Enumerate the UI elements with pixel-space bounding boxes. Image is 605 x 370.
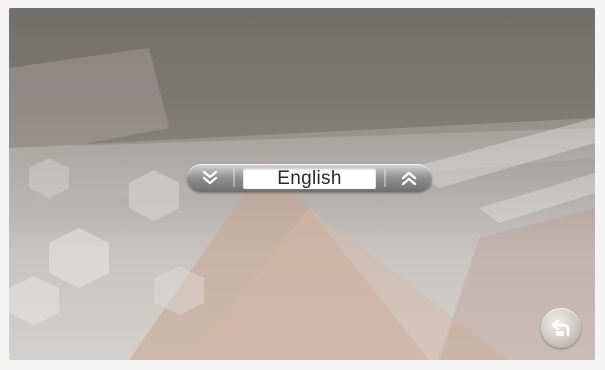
next-language-button[interactable] bbox=[392, 167, 426, 189]
double-chevron-up-icon bbox=[401, 171, 417, 186]
screen: English bbox=[9, 8, 595, 360]
separator bbox=[384, 169, 386, 187]
previous-language-button[interactable] bbox=[193, 167, 227, 189]
return-arrow-icon bbox=[551, 319, 570, 337]
selected-language-label: English bbox=[277, 167, 342, 189]
language-value-box: English bbox=[243, 168, 376, 189]
back-button[interactable] bbox=[541, 308, 581, 348]
language-selector: English bbox=[187, 164, 432, 192]
double-chevron-down-icon bbox=[202, 170, 218, 185]
device-frame: English bbox=[0, 0, 605, 370]
separator bbox=[233, 169, 235, 187]
